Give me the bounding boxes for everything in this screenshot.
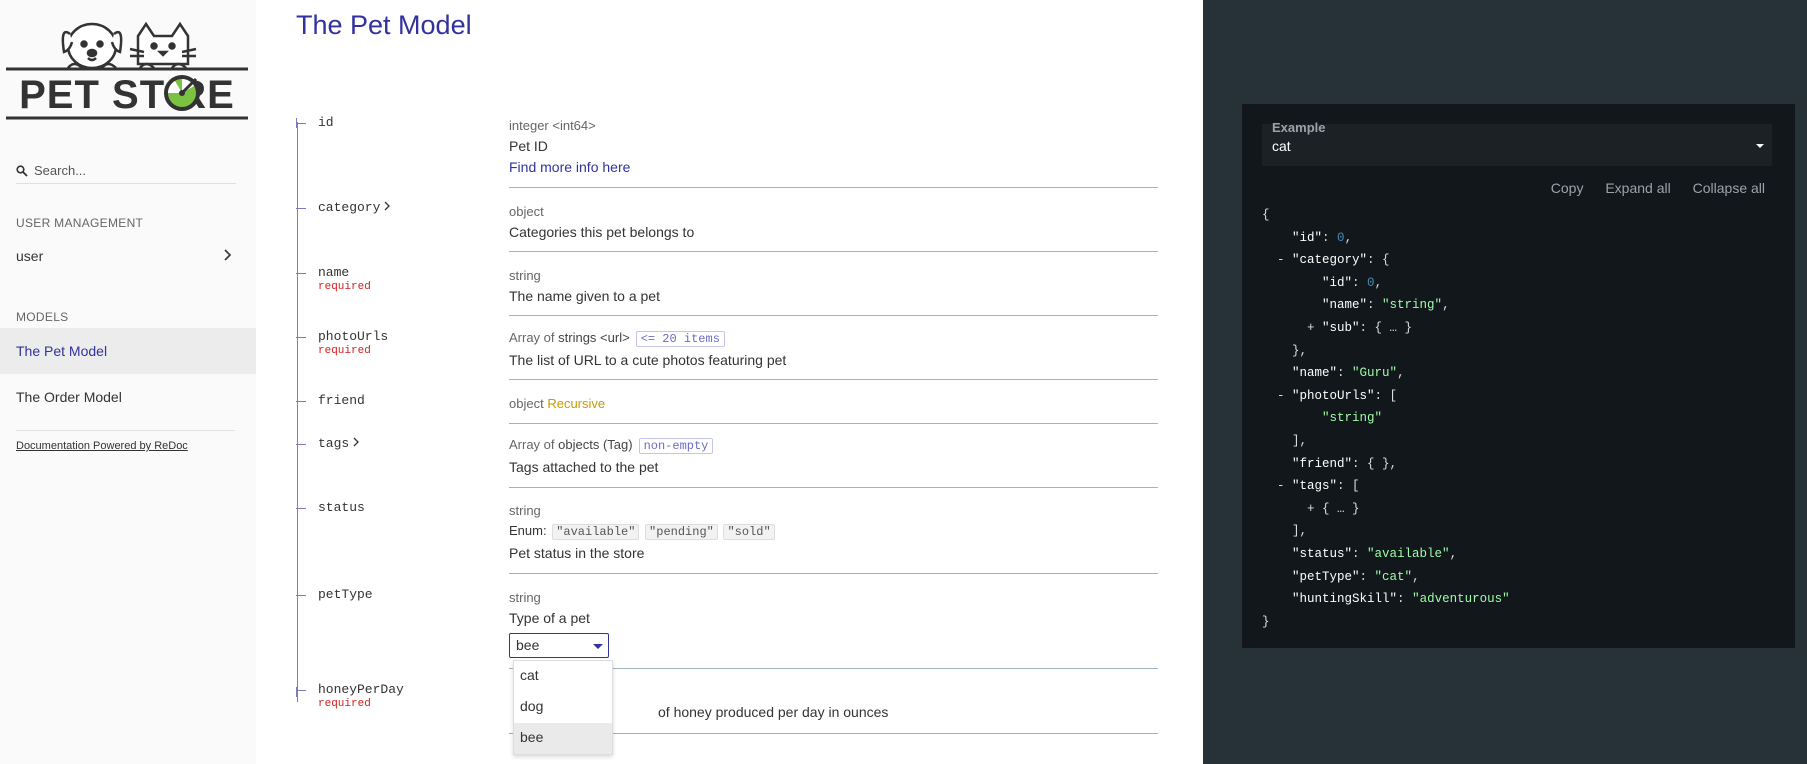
enum-value: "pending" — [645, 524, 718, 540]
code-buttons: Copy Expand all Collapse all — [1533, 180, 1765, 196]
sidebar-item-user[interactable]: user — [0, 233, 256, 279]
example-select[interactable]: Example cat — [1262, 120, 1772, 166]
property-type: string — [509, 503, 541, 518]
right-panel: Example cat Copy Expand all Collapse all… — [1203, 0, 1807, 764]
property-name: status — [318, 500, 365, 515]
chevron-right-icon — [384, 201, 391, 211]
enum-value: "available" — [552, 524, 640, 540]
property-divider — [509, 379, 1158, 380]
collapse-toggle[interactable]: - — [1277, 479, 1292, 493]
property-divider — [509, 251, 1158, 252]
search-box[interactable] — [16, 158, 236, 184]
tree-tick — [296, 208, 306, 209]
dropdown-option-cat[interactable]: cat — [514, 661, 612, 692]
caret-down-icon — [1756, 144, 1764, 148]
property-name: name — [318, 265, 350, 280]
property-type: string — [509, 268, 541, 283]
page-title: The Pet Model — [296, 10, 472, 40]
enum-value: "sold" — [723, 524, 775, 540]
pet-type-select[interactable]: bee — [509, 633, 609, 658]
required-label: required — [318, 281, 371, 293]
expand-toggle[interactable]: + — [1307, 502, 1322, 516]
property-name: photoUrls — [318, 329, 389, 344]
property-description: Categories this pet belongs to — [509, 224, 695, 240]
property-type: Array of strings <url> <= 20 items — [509, 330, 1158, 347]
tree-tick — [296, 595, 306, 596]
required-label: required — [318, 698, 371, 710]
caret-down-icon — [593, 644, 603, 649]
property-description: The name given to a pet — [509, 288, 660, 304]
sidebar-item-order-model[interactable]: The Order Model — [0, 374, 256, 420]
tree-tick — [296, 687, 297, 697]
property-type: object Recursive — [509, 396, 606, 411]
property-description: Pet ID — [509, 138, 548, 154]
property-description: Tags attached to the pet — [509, 459, 659, 475]
property-divider — [509, 573, 1158, 574]
property-tree-line — [297, 122, 298, 702]
property-type: object — [509, 204, 544, 219]
find-more-info-link[interactable]: Find more info here — [509, 159, 1158, 175]
required-label: required — [318, 345, 371, 357]
sidebar-item-label: The Pet Model — [16, 343, 108, 359]
sidebar-item-pet-model[interactable]: The Pet Model — [0, 328, 256, 374]
tree-tick — [296, 690, 306, 691]
powered-by-link[interactable]: Documentation Powered by ReDoc — [16, 440, 188, 452]
tree-tick — [296, 444, 306, 445]
main-content: The Pet Model id integer <int64> Pet ID … — [256, 0, 1203, 764]
sidebar-divider — [16, 430, 235, 431]
collapse-all-button[interactable]: Collapse all — [1693, 180, 1765, 196]
property-name: friend — [318, 393, 365, 408]
property-type: Array of objects (Tag) non-empty — [509, 437, 1158, 454]
recursive-label: Recursive — [547, 396, 606, 411]
property-divider — [509, 187, 1158, 188]
tree-tick — [296, 508, 306, 509]
property-divider — [509, 423, 1158, 424]
chevron-right-icon — [224, 249, 232, 261]
property-name: honeyPerDay — [318, 682, 404, 697]
tree-tick — [296, 337, 306, 338]
sidebar-item-label: The Order Model — [16, 389, 122, 405]
tree-tick — [296, 401, 306, 402]
sidebar: PET ST RE USER MANAGEMENT user MODELS Th… — [0, 0, 256, 764]
property-divider — [509, 315, 1158, 316]
svg-text:PET ST RE: PET ST RE — [19, 73, 235, 117]
property-divider — [509, 487, 1158, 488]
section-label-user-management: USER MANAGEMENT — [16, 216, 144, 230]
example-label: Example — [1272, 120, 1326, 135]
collapse-toggle[interactable]: - — [1277, 389, 1292, 403]
example-value: cat — [1272, 138, 1291, 154]
enum-row: Enum: "available" "pending" "sold" — [509, 523, 1158, 540]
property-name[interactable]: category — [318, 200, 391, 215]
property-type: integer <int64> — [509, 118, 596, 133]
constraint-badge: <= 20 items — [635, 331, 725, 347]
pet-type-dropdown: cat dog bee — [513, 660, 613, 755]
collapse-toggle[interactable]: - — [1277, 253, 1292, 267]
chevron-right-icon — [353, 437, 360, 447]
example-panel: Example cat Copy Expand all Collapse all… — [1242, 104, 1795, 648]
tree-tick — [296, 123, 306, 124]
sidebar-item-label: user — [16, 248, 44, 264]
expand-toggle[interactable]: + — [1307, 321, 1322, 335]
section-label-models: MODELS — [16, 310, 69, 324]
property-name: id — [318, 115, 334, 130]
search-input[interactable] — [34, 163, 224, 178]
constraint-badge: non-empty — [638, 438, 714, 454]
expand-all-button[interactable]: Expand all — [1605, 180, 1670, 196]
property-description: Pet status in the store — [509, 545, 645, 561]
search-icon — [16, 164, 28, 177]
property-name[interactable]: tags — [318, 436, 360, 451]
json-example-code: { "id": 0, - "category": { "id": 0, "nam… — [1262, 208, 1510, 629]
dropdown-option-bee[interactable]: bee — [514, 723, 612, 754]
dropdown-option-dog[interactable]: dog — [514, 692, 612, 723]
property-name: petType — [318, 587, 373, 602]
property-description: Type of a pet — [509, 610, 590, 626]
copy-button[interactable]: Copy — [1551, 180, 1584, 196]
property-type: string — [509, 590, 541, 605]
tree-tick — [296, 273, 306, 274]
property-description: The list of URL to a cute photos featuri… — [509, 352, 787, 368]
pet-store-logo[interactable]: PET ST RE — [4, 16, 250, 120]
